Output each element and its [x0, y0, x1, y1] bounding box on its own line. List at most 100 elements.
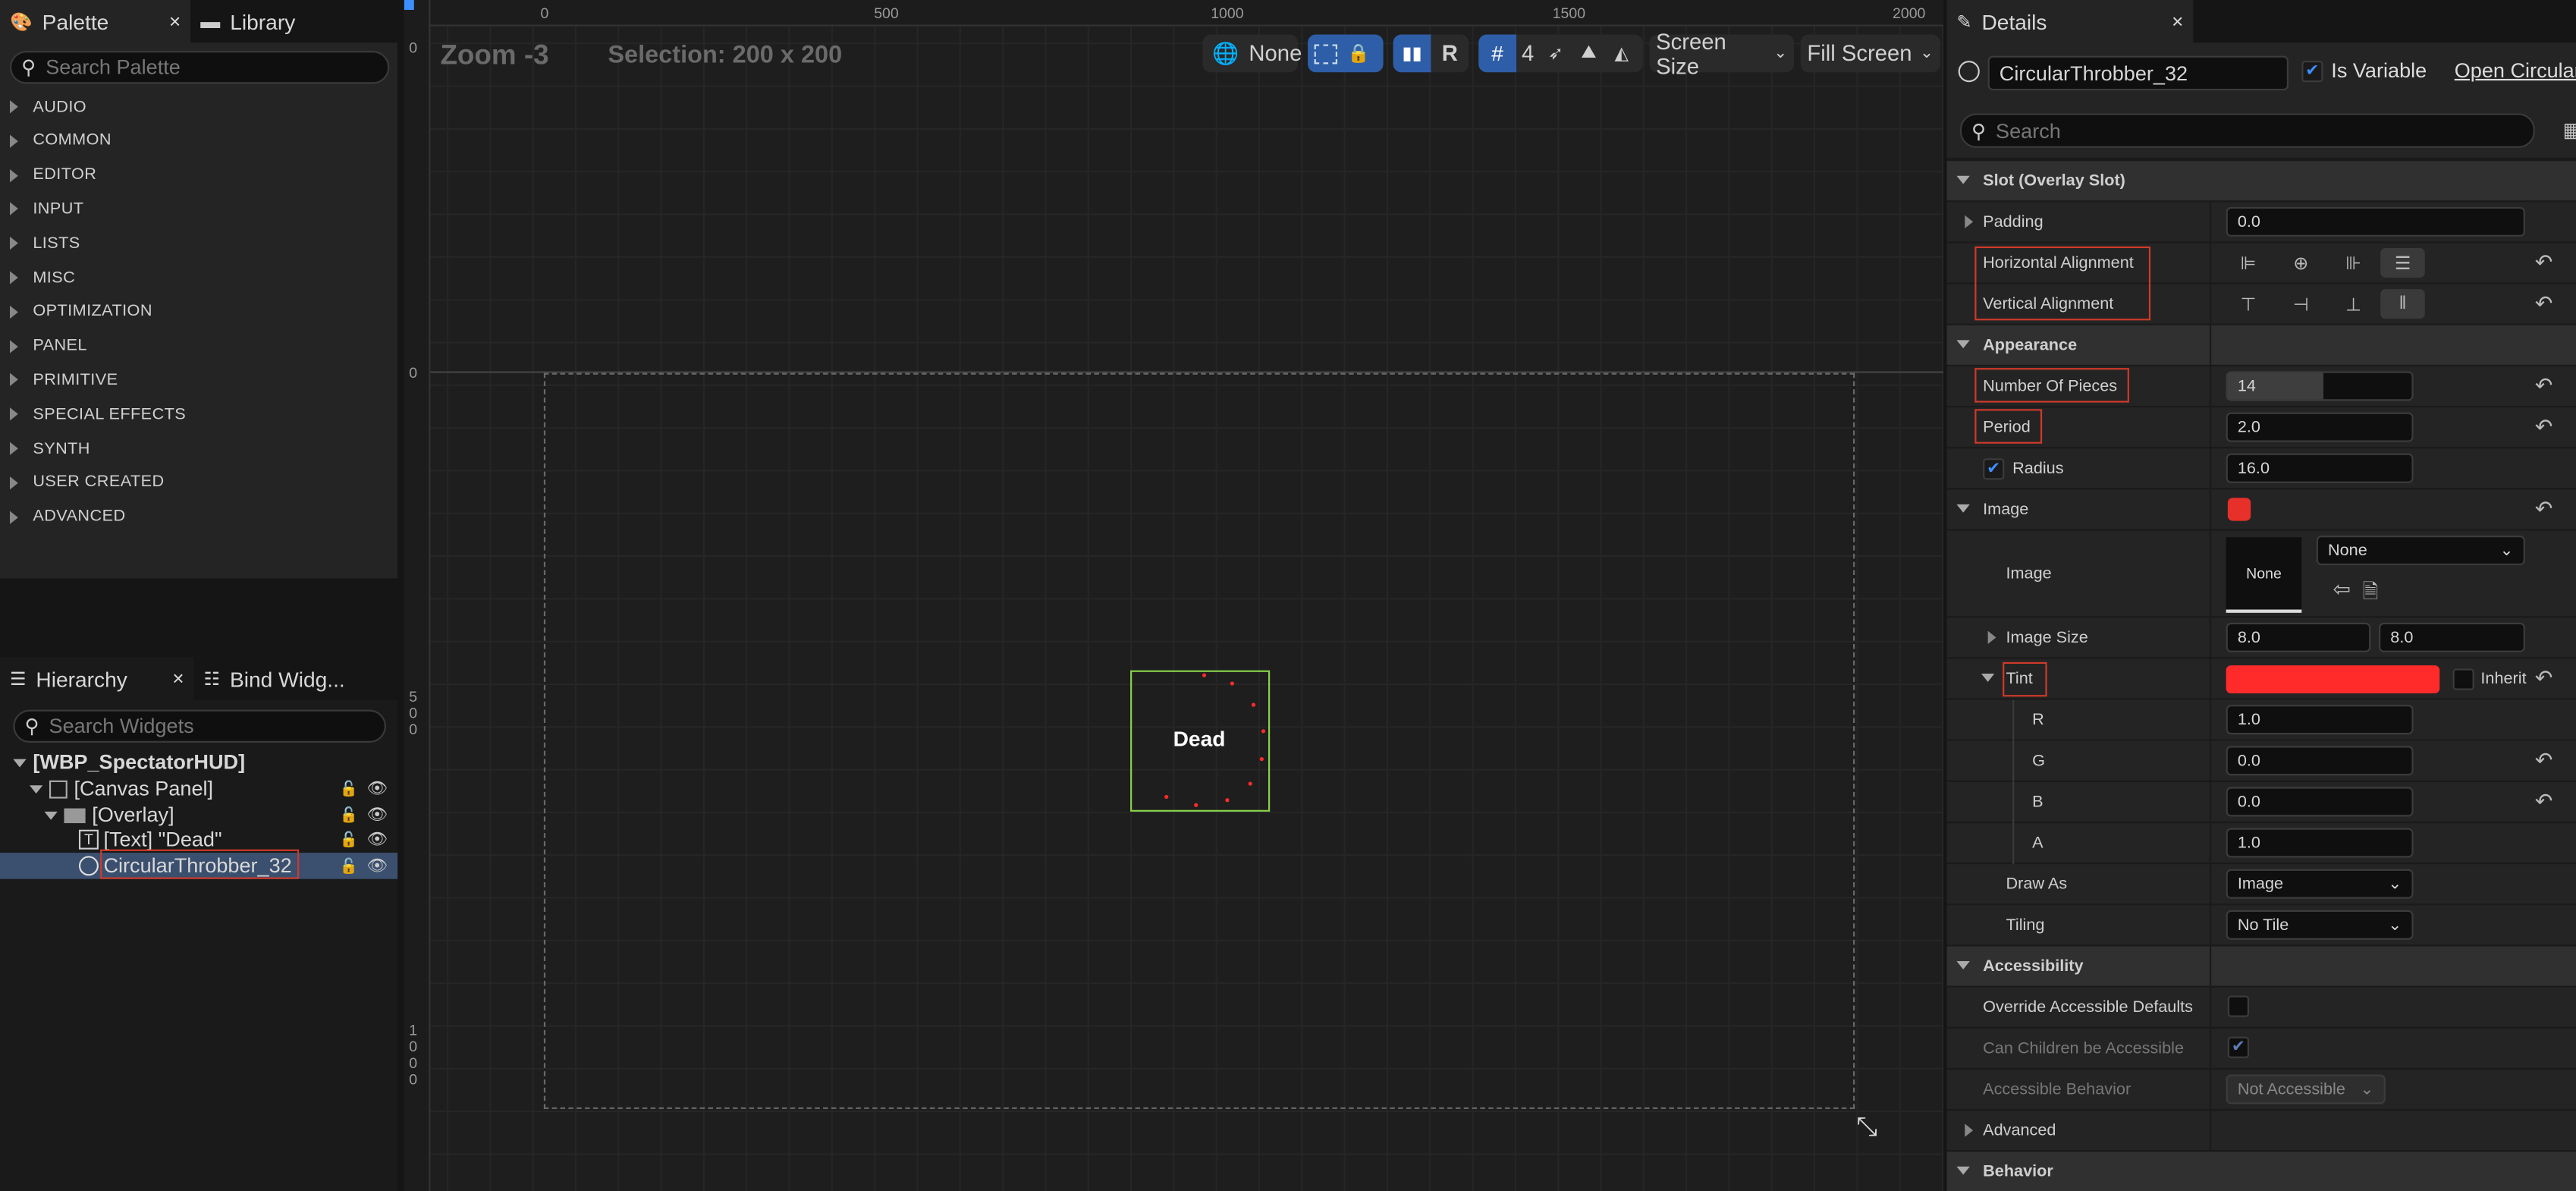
section-behavior[interactable]: Behavior: [1946, 1152, 2576, 1191]
respect-locks-toggle[interactable]: 🔒: [1307, 34, 1384, 73]
widget-name-input[interactable]: CircularThrobber_32: [1987, 55, 2289, 91]
reset-icon[interactable]: ↶: [2535, 789, 2553, 815]
expand-arrow-icon[interactable]: [9, 100, 18, 114]
expand-arrow-icon[interactable]: [1987, 630, 1996, 645]
override-checkbox[interactable]: [2227, 995, 2250, 1017]
row-advanced[interactable]: Advanced: [1946, 1111, 2576, 1152]
image-size-y-input[interactable]: 8.0: [2379, 622, 2525, 652]
align-left-icon[interactable]: ⊫: [2226, 248, 2270, 278]
expand-arrow-icon[interactable]: [1965, 215, 1974, 229]
draw-as-dropdown[interactable]: Image ⌄: [2226, 869, 2414, 899]
expand-arrow-icon[interactable]: [9, 237, 18, 250]
palette-category[interactable]: MISC: [9, 261, 75, 294]
use-selected-icon[interactable]: ⇦: [2333, 577, 2351, 603]
expand-arrow-icon[interactable]: [9, 442, 18, 455]
valign-fill-icon[interactable]: ‖: [2380, 289, 2425, 319]
pieces-slider[interactable]: 14: [2226, 371, 2414, 401]
reset-icon[interactable]: ↶: [2535, 373, 2553, 400]
period-input[interactable]: 2.0: [2226, 412, 2414, 442]
reset-icon[interactable]: ↶: [2535, 291, 2553, 317]
valign-center-icon[interactable]: ⊣: [2279, 289, 2323, 319]
collapse-arrow-icon[interactable]: [1956, 175, 1970, 184]
palette-category[interactable]: AUDIO: [9, 90, 86, 123]
image-size-x-input[interactable]: 8.0: [2226, 622, 2371, 652]
expand-arrow-icon[interactable]: [9, 407, 18, 421]
landscape-icon[interactable]: ⛰: [1572, 42, 1605, 64]
palette-category[interactable]: INPUT: [9, 193, 83, 225]
valign-bottom-icon[interactable]: ⊥: [2331, 289, 2375, 319]
tab-hierarchy[interactable]: ☰ Hierarchy ×: [0, 657, 194, 700]
collapse-arrow-icon[interactable]: [1956, 340, 1970, 349]
radius-input[interactable]: 16.0: [2226, 453, 2414, 483]
column-divider[interactable]: [2210, 202, 2212, 1152]
browse-icon[interactable]: 🗎: [2362, 577, 2378, 611]
lock-icon[interactable]: 🔓: [340, 806, 358, 824]
image-color-swatch[interactable]: [2227, 498, 2251, 521]
section-slot[interactable]: Slot (Overlay Slot): [1946, 161, 2576, 203]
tab-bind-widgets[interactable]: ☷ Bind Widg...: [194, 657, 391, 699]
palette-category[interactable]: SYNTH: [9, 432, 90, 465]
section-accessibility[interactable]: Accessibility: [1946, 946, 2576, 988]
expand-arrow-icon[interactable]: [13, 758, 27, 767]
tiling-dropdown[interactable]: No Tile ⌄: [2226, 910, 2414, 940]
open-class-link[interactable]: Open Circular: [2455, 59, 2576, 82]
eye-icon[interactable]: 👁: [367, 806, 388, 824]
tree-item-overlay[interactable]: [Overlay] 🔓 👁: [0, 802, 397, 828]
reset-icon[interactable]: ↶: [2535, 665, 2553, 692]
expand-arrow-icon[interactable]: [9, 271, 18, 284]
resize-handle-icon[interactable]: ⤡: [1856, 1114, 1877, 1143]
fill-screen-dropdown[interactable]: Fill Screen ⌄: [1800, 34, 1940, 73]
is-variable-checkbox[interactable]: ✔ Is Variable: [2301, 59, 2427, 82]
tint-color-swatch[interactable]: [2226, 665, 2440, 693]
lock-icon[interactable]: 🔓: [340, 856, 358, 875]
reset-icon[interactable]: ↶: [2535, 250, 2553, 276]
expand-arrow-icon[interactable]: [1965, 1123, 1974, 1137]
collapse-arrow-icon[interactable]: [1981, 673, 1995, 682]
tree-item-root[interactable]: [WBP_SpectatorHUD]: [0, 749, 397, 776]
expand-arrow-icon[interactable]: [9, 373, 18, 387]
b-input[interactable]: 0.0: [2226, 787, 2414, 817]
reset-icon[interactable]: ↶: [2535, 496, 2553, 523]
eye-icon[interactable]: 👁: [367, 856, 388, 875]
g-input[interactable]: 0.0: [2226, 746, 2414, 776]
radius-checkbox[interactable]: ✔: [1983, 458, 2005, 480]
palette-category[interactable]: COMMON: [9, 124, 112, 157]
image-asset-dropdown[interactable]: None ⌄: [2316, 536, 2525, 566]
expand-arrow-icon[interactable]: [9, 510, 18, 524]
cursor-icon[interactable]: ➶: [1539, 42, 1572, 64]
checkmark-icon[interactable]: ✔: [2301, 60, 2323, 82]
reset-icon[interactable]: ↶: [2535, 747, 2553, 774]
expand-arrow-icon[interactable]: [9, 305, 18, 319]
close-icon[interactable]: ×: [172, 667, 184, 690]
palette-search-input[interactable]: ⚲ Search Palette: [9, 51, 390, 84]
lock-icon[interactable]: 🔓: [340, 780, 358, 798]
hierarchy-search-input[interactable]: ⚲ Search Widgets: [13, 709, 386, 743]
align-center-icon[interactable]: ⊕: [2279, 248, 2323, 278]
expand-arrow-icon[interactable]: [29, 784, 43, 793]
collapse-arrow-icon[interactable]: [1956, 1166, 1970, 1175]
details-search-input[interactable]: ⚲ Search: [1959, 113, 2535, 148]
designer-canvas[interactable]: 0 500 1000 1500 2000 0 0 500 1000 Zoom -…: [404, 0, 1944, 1191]
expand-arrow-icon[interactable]: [44, 810, 58, 819]
palette-category[interactable]: OPTIMIZATION: [9, 295, 152, 328]
palette-category[interactable]: ADVANCED: [9, 501, 126, 533]
align-fill-icon[interactable]: ☰: [2380, 248, 2425, 278]
tab-library[interactable]: ▬ Library: [190, 0, 388, 42]
image-thumbnail[interactable]: None: [2226, 537, 2302, 613]
grid-icon[interactable]: #: [1478, 34, 1517, 73]
layout-toggles[interactable]: ▮▮ R: [1393, 34, 1469, 73]
screen-size-dropdown[interactable]: Screen Size ⌄: [1649, 29, 1795, 78]
expand-arrow-icon[interactable]: [9, 168, 18, 182]
palette-category[interactable]: EDITOR: [9, 159, 96, 191]
eye-icon[interactable]: 👁: [367, 831, 388, 849]
palette-category[interactable]: LISTS: [9, 227, 80, 259]
collapse-arrow-icon[interactable]: [1956, 961, 1970, 969]
locale-button[interactable]: 🌐 None: [1202, 34, 1302, 73]
palette-category[interactable]: USER CREATED: [9, 467, 165, 499]
lock-icon[interactable]: 🔓: [340, 831, 358, 849]
expand-arrow-icon[interactable]: [9, 339, 18, 353]
valign-top-icon[interactable]: ⊤: [2226, 289, 2270, 319]
layout-icon[interactable]: ▮▮: [1393, 34, 1431, 73]
section-appearance[interactable]: Appearance: [1946, 325, 2576, 366]
expand-arrow-icon[interactable]: [9, 134, 18, 148]
